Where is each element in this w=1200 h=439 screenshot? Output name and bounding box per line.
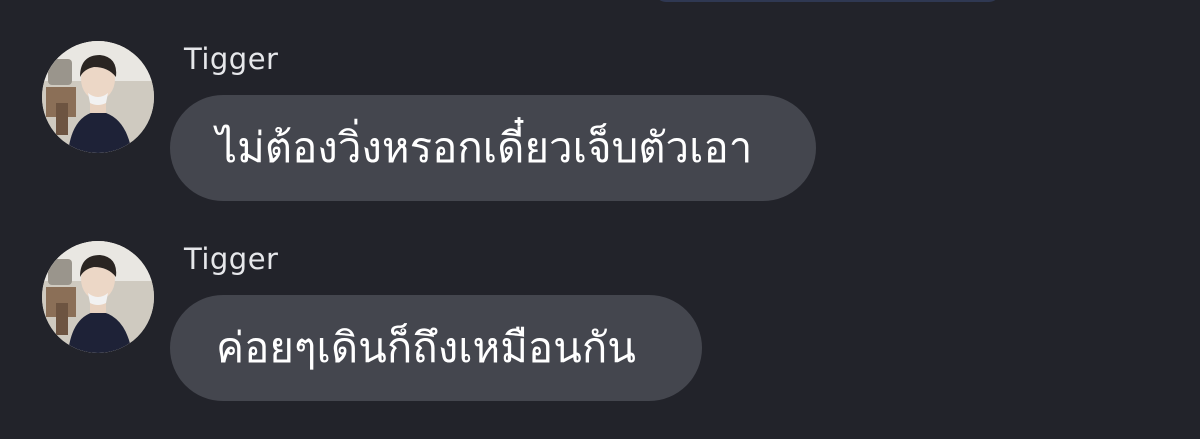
avatar[interactable] [42, 41, 154, 153]
message-bubble[interactable]: ไม่ต้องวิ่งหรอกเดี๋ยวเจ็บตัวเอา [170, 95, 816, 201]
message-text: ไม่ต้องวิ่งหรอกเดี๋ยวเจ็บตัวเอา [216, 123, 753, 172]
previous-message-bubble-edge [655, 0, 1000, 2]
message-text: ค่อยๆเดินก็ถึงเหมือนกัน [216, 323, 636, 372]
sender-name: Tigger [184, 42, 279, 76]
message-bubble[interactable]: ค่อยๆเดินก็ถึงเหมือนกัน [170, 295, 702, 401]
avatar[interactable] [42, 241, 154, 353]
sender-name: Tigger [184, 242, 279, 276]
